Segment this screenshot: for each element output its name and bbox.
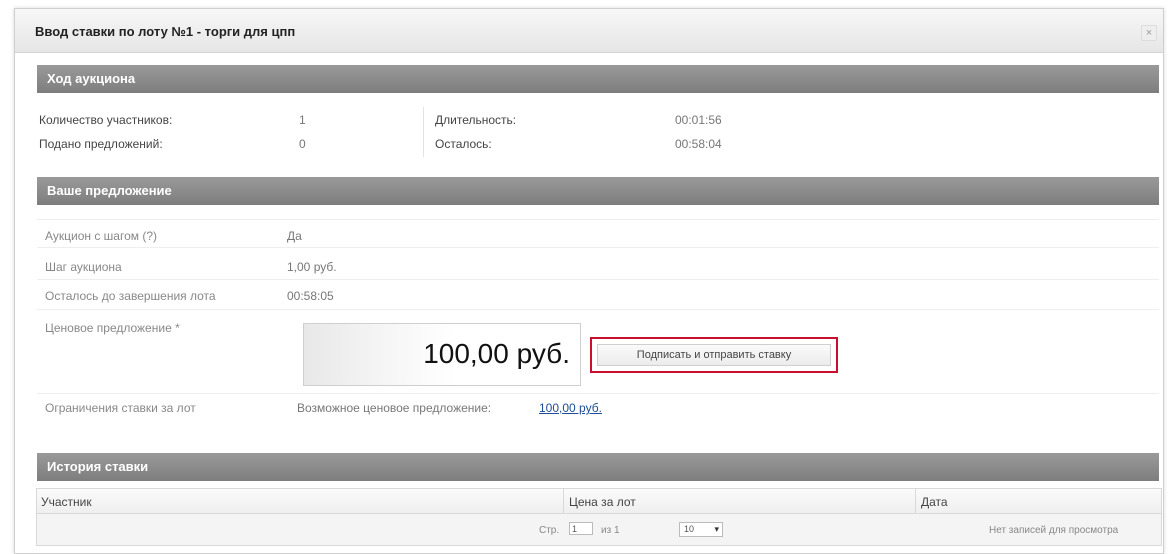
- column-date[interactable]: Дата: [921, 495, 948, 509]
- participants-label: Количество участников:: [39, 113, 173, 127]
- page-of-label: из 1: [601, 525, 620, 536]
- step-mode-label: Аукцион с шагом (?): [45, 229, 158, 243]
- row-divider: [37, 219, 1159, 220]
- column-price[interactable]: Цена за лот: [569, 495, 636, 509]
- column-divider: [423, 107, 424, 157]
- limit-text: Возможное ценовое предложение:: [297, 401, 492, 415]
- row-divider: [37, 279, 1159, 280]
- auction-progress-header: Ход аукциона: [37, 65, 1159, 93]
- sign-and-send-button[interactable]: Подписать и отправить ставку: [590, 337, 838, 373]
- column-participant[interactable]: Участник: [41, 495, 92, 509]
- duration-label: Длительность:: [435, 113, 517, 127]
- row-divider: [37, 309, 1159, 310]
- offers-label: Подано предложений:: [39, 137, 163, 151]
- history-header: История ставки: [37, 453, 1159, 481]
- participants-value: 1: [299, 113, 306, 127]
- history-pager: Стр. из 1 10 ▾ Нет записей для просмотра: [36, 514, 1162, 546]
- step-value: 1,00 руб.: [287, 260, 337, 274]
- limit-link[interactable]: 100,00 руб.: [539, 401, 602, 415]
- time-left-label: Осталось до завершения лота: [45, 289, 216, 303]
- step-label: Шаг аукциона: [45, 260, 122, 274]
- duration-value: 00:01:56: [675, 113, 722, 127]
- chevron-down-icon: ▾: [714, 524, 719, 534]
- history-table-header: Участник Цена за лот Дата: [36, 488, 1162, 514]
- time-left-value: 00:58:05: [287, 289, 334, 303]
- offers-value: 0: [299, 137, 306, 151]
- close-icon[interactable]: ×: [1141, 25, 1157, 41]
- dialog-titlebar: Ввод ставки по лоту №1 - торги для цпп ×: [15, 9, 1163, 53]
- page-number-input[interactable]: [569, 522, 593, 535]
- step-mode-value: Да: [287, 229, 302, 243]
- bid-dialog: Ввод ставки по лоту №1 - торги для цпп ×…: [14, 8, 1164, 554]
- column-separator: [915, 489, 916, 513]
- limit-label: Ограничения ставки за лот: [45, 401, 196, 415]
- price-label: Ценовое предложение *: [45, 321, 180, 335]
- sign-and-send-label: Подписать и отправить ставку: [597, 344, 831, 366]
- dialog-title: Ввод ставки по лоту №1 - торги для цпп: [35, 24, 296, 39]
- your-offer-header: Ваше предложение: [37, 177, 1159, 205]
- remaining-label: Осталось:: [435, 137, 492, 151]
- empty-records-text: Нет записей для просмотра: [989, 525, 1119, 536]
- rows-per-page-select[interactable]: 10 ▾: [679, 522, 723, 537]
- price-input[interactable]: 100,00 руб.: [303, 323, 581, 386]
- row-divider: [37, 393, 1159, 394]
- rows-per-page-value: 10: [684, 524, 695, 534]
- column-separator: [563, 489, 564, 513]
- page-label: Стр.: [539, 525, 560, 536]
- remaining-value: 00:58:04: [675, 137, 722, 151]
- row-divider: [37, 247, 1159, 248]
